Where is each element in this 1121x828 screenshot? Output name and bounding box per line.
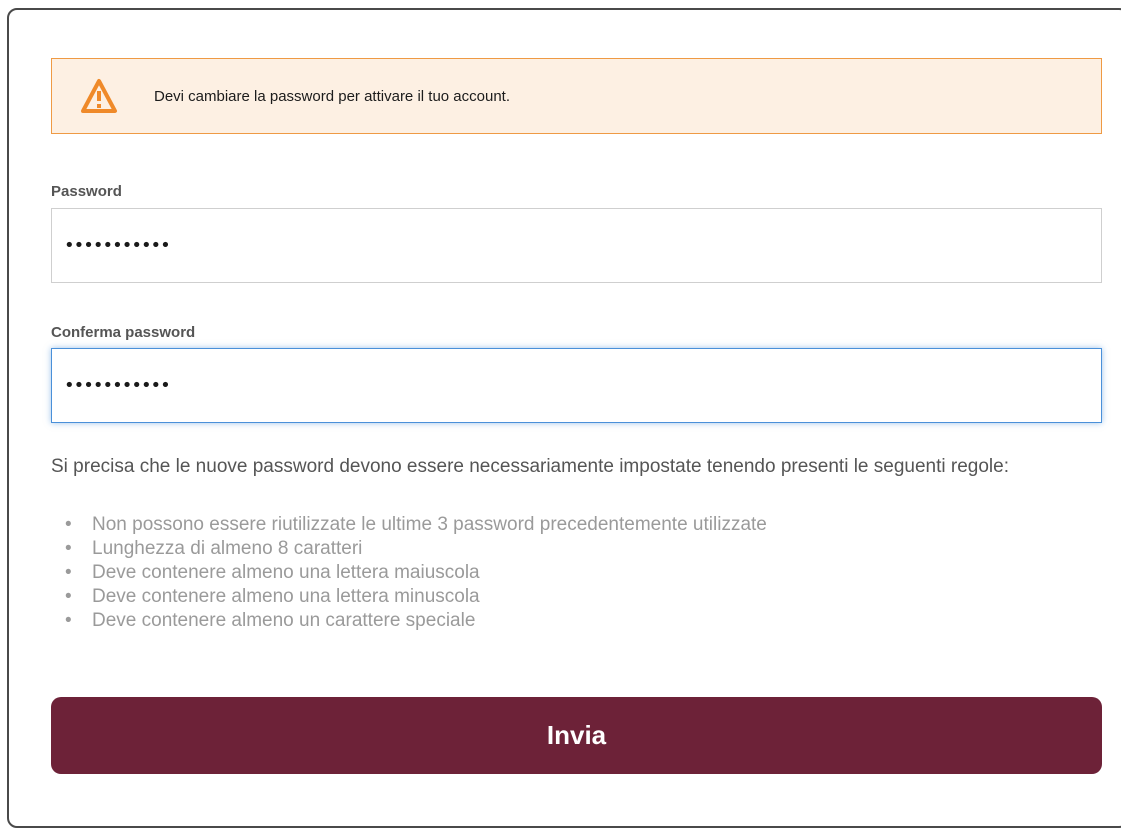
alert-message: Devi cambiare la password per attivare i…	[154, 88, 511, 105]
rules-list: • Non possono essere riutilizzate le ulti…	[51, 513, 767, 633]
rule-text: Deve contenere almeno una lettera maiusc…	[92, 562, 480, 583]
warning-icon	[80, 78, 118, 114]
submit-button[interactable]: Invia	[51, 697, 1102, 774]
rule-text: Deve contenere almeno una lettera minusc…	[92, 586, 480, 607]
bullet-icon: •	[65, 610, 72, 631]
list-item: • Deve contenere almeno una lettera minus…	[51, 585, 767, 609]
list-item: • Lunghezza di almeno 8 caratteri	[51, 537, 767, 561]
bullet-icon: •	[65, 562, 72, 583]
rule-text: Non possono essere riutilizzate le ultim…	[92, 514, 767, 535]
list-item: • Deve contenere almeno un carattere spec…	[51, 609, 767, 633]
alert-banner: Devi cambiare la password per attivare i…	[51, 58, 1102, 134]
rules-intro: Si precisa che le nuove password devono …	[51, 456, 1009, 477]
bullet-icon: •	[65, 586, 72, 607]
rule-text: Lunghezza di almeno 8 caratteri	[92, 538, 363, 559]
confirm-password-field[interactable]	[51, 348, 1102, 423]
password-label: Password	[51, 183, 122, 200]
rule-text: Deve contenere almeno un carattere speci…	[92, 610, 476, 631]
list-item: • Deve contenere almeno una lettera maius…	[51, 561, 767, 585]
password-field[interactable]	[51, 208, 1102, 283]
bullet-icon: •	[65, 538, 72, 559]
list-item: • Non possono essere riutilizzate le ulti…	[51, 513, 767, 537]
bullet-icon: •	[65, 514, 72, 535]
confirm-password-label: Conferma password	[51, 324, 196, 341]
